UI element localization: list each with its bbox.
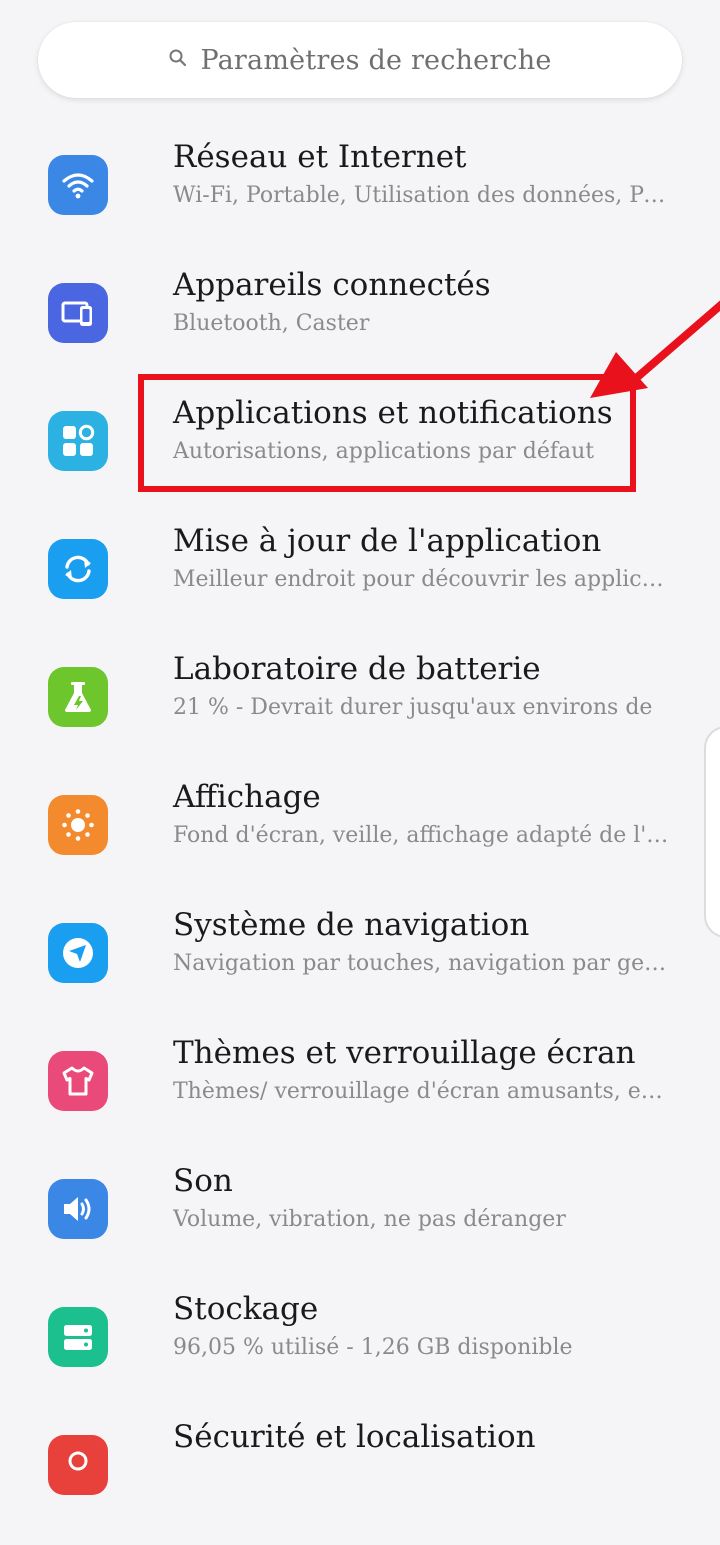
storage-icon — [48, 1307, 108, 1367]
apps-icon — [48, 411, 108, 471]
setting-subtitle: Fond d'écran, veille, affichage adapté d… — [173, 823, 669, 848]
search-icon — [168, 48, 188, 72]
flask-icon — [48, 667, 108, 727]
setting-subtitle: Wi-Fi, Portable, Utilisation des données… — [173, 183, 669, 208]
navigation-icon — [48, 923, 108, 983]
setting-subtitle: Volume, vibration, ne pas déranger — [173, 1207, 566, 1232]
connected-devices-icon — [48, 283, 108, 343]
security-icon — [48, 1435, 108, 1495]
setting-title: Applications et notifications — [173, 395, 613, 431]
speaker-icon — [48, 1179, 108, 1239]
setting-title: Stockage — [173, 1291, 319, 1327]
setting-title: Laboratoire de batterie — [173, 651, 541, 687]
search-bar[interactable]: Paramètres de recherche — [38, 22, 682, 98]
setting-subtitle: 21 % - Devrait durer jusqu'aux environs … — [173, 695, 653, 720]
setting-subtitle: Navigation par touches, navigation par g… — [173, 951, 669, 976]
setting-title: Réseau et Internet — [173, 139, 467, 175]
setting-subtitle: Bluetooth, Caster — [173, 311, 370, 336]
setting-connected-devices[interactable]: Appareils connectés Bluetooth, Caster — [0, 265, 720, 393]
setting-app-update[interactable]: Mise à jour de l'application Meilleur en… — [0, 521, 720, 649]
brightness-icon — [48, 795, 108, 855]
setting-battery-lab[interactable]: Laboratoire de batterie 21 % - Devrait d… — [0, 649, 720, 777]
tshirt-icon — [48, 1051, 108, 1111]
search-input[interactable]: Paramètres de recherche — [200, 45, 551, 76]
wifi-icon — [48, 155, 108, 215]
setting-title: Appareils connectés — [173, 267, 491, 303]
setting-subtitle: Meilleur endroit pour découvrir les appl… — [173, 567, 669, 592]
setting-display[interactable]: Affichage Fond d'écran, veille, affichag… — [0, 777, 720, 905]
setting-title: Thèmes et verrouillage écran — [173, 1035, 636, 1071]
setting-title: Mise à jour de l'application — [173, 523, 602, 559]
setting-themes-lockscreen[interactable]: Thèmes et verrouillage écran Thèmes/ ver… — [0, 1033, 720, 1161]
setting-apps-notifications[interactable]: Applications et notifications Autorisati… — [0, 393, 720, 521]
setting-subtitle: 96,05 % utilisé - 1,26 GB disponible — [173, 1335, 573, 1360]
setting-title: Affichage — [173, 779, 321, 815]
setting-title: Système de navigation — [173, 907, 530, 943]
setting-subtitle: Thèmes/ verrouillage d'écran amusants, e… — [173, 1079, 669, 1104]
setting-sound[interactable]: Son Volume, vibration, ne pas déranger — [0, 1161, 720, 1289]
refresh-icon — [48, 539, 108, 599]
setting-security-location[interactable]: Sécurité et localisation — [0, 1417, 720, 1545]
setting-storage[interactable]: Stockage 96,05 % utilisé - 1,26 GB dispo… — [0, 1289, 720, 1417]
setting-subtitle: Autorisations, applications par défaut — [173, 439, 595, 464]
setting-title: Son — [173, 1163, 233, 1199]
edge-panel-handle[interactable] — [704, 726, 720, 938]
setting-title: Sécurité et localisation — [173, 1419, 536, 1455]
setting-navigation-system[interactable]: Système de navigation Navigation par tou… — [0, 905, 720, 1033]
setting-network-internet[interactable]: Réseau et Internet Wi-Fi, Portable, Util… — [0, 137, 720, 265]
